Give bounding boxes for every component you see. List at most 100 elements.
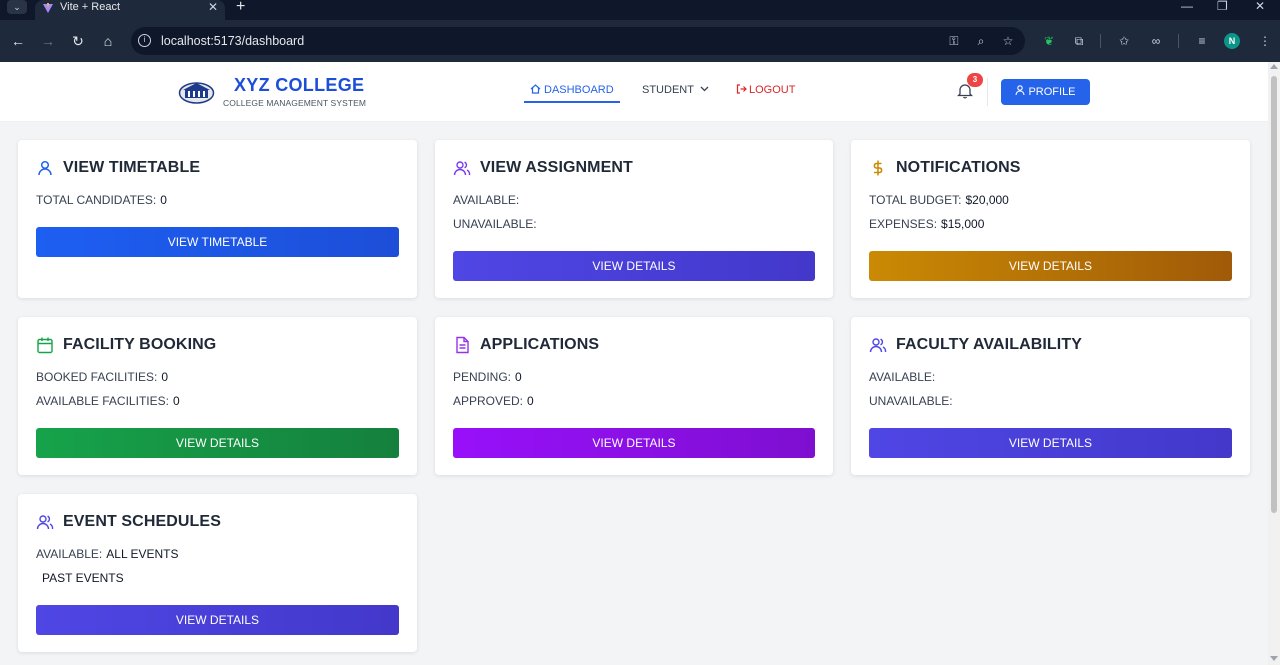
stat-value: 0	[172, 394, 180, 408]
stat-label: PENDING:	[453, 370, 512, 384]
header-divider	[987, 78, 988, 106]
stat-label: TOTAL BUDGET:	[869, 193, 962, 207]
user-icon	[1015, 85, 1026, 96]
app-header: XYZ COLLEGE COLLEGE MANAGEMENT SYSTEM DA…	[0, 62, 1268, 122]
card-title: FACILITY BOOKING	[63, 336, 217, 353]
bookmark-star-icon[interactable]: ☆	[1001, 34, 1015, 48]
new-tab-button[interactable]: +	[236, 0, 245, 16]
vite-favicon-icon	[43, 3, 53, 13]
browser-tab[interactable]: Vite + React ✕	[35, 0, 225, 20]
stat-value: 0	[160, 193, 167, 207]
card-title: APPLICATIONS	[480, 336, 600, 353]
card-faculty-availability: FACULTY AVAILABILITY AVAILABLE: UNAVAILA…	[851, 317, 1250, 475]
users-icon	[453, 161, 471, 176]
stat-label: UNAVAILABLE:	[453, 217, 537, 231]
view-details-button[interactable]: VIEW DETAILS	[453, 251, 815, 281]
notification-count-badge: 3	[967, 73, 983, 87]
browser-menu-icon[interactable]: ⋮	[1257, 33, 1273, 49]
card-stat-line: APPROVED: 0	[453, 394, 534, 408]
card-stat-line: UNAVAILABLE:	[453, 217, 541, 231]
view-details-button[interactable]: VIEW DETAILS	[869, 251, 1232, 281]
stat-label: APPROVED:	[453, 394, 524, 408]
nav-logout[interactable]: LOGOUT	[736, 84, 795, 96]
card-view-timetable: VIEW TIMETABLE TOTAL CANDIDATES: 0 VIEW T…	[18, 140, 417, 298]
logout-icon	[736, 84, 747, 94]
reading-list-icon[interactable]: ≡	[1194, 33, 1210, 49]
scroll-down-arrow-icon[interactable]	[1270, 656, 1278, 661]
stat-value: 0	[161, 370, 169, 384]
browser-profile-avatar[interactable]: N	[1224, 33, 1240, 49]
scrollbar-thumb[interactable]	[1271, 76, 1277, 513]
stat-label: AVAILABLE:	[453, 193, 520, 207]
card-stat-line: AVAILABLE FACILITIES: 0	[36, 394, 180, 408]
address-bar[interactable]: i localhost:5173/dashboard ⚿ ⌕ ☆	[131, 27, 1025, 55]
stat-value: $15,000	[941, 217, 985, 231]
stat-label: AVAILABLE:	[869, 370, 936, 384]
stat-value: 0	[527, 394, 534, 408]
bookmarks-icon[interactable]: ✩	[1116, 33, 1132, 49]
link-icon[interactable]: ∞	[1148, 33, 1164, 49]
stat-label: AVAILABLE:	[36, 547, 103, 561]
dollar-icon	[873, 160, 883, 176]
card-stat-line: PENDING: 0	[453, 370, 522, 384]
card-stat-line: TOTAL CANDIDATES: 0	[36, 193, 167, 207]
tab-title: Vite + React	[60, 1, 121, 13]
profile-button[interactable]: PROFILE	[1001, 79, 1090, 105]
view-details-button[interactable]: VIEW DETAILS	[36, 428, 399, 458]
home-icon[interactable]: ⌂	[100, 33, 116, 49]
tab-close-icon[interactable]: ✕	[208, 0, 218, 14]
document-icon	[456, 336, 469, 354]
toolbar-divider	[1100, 34, 1101, 48]
stat-label: AVAILABLE FACILITIES:	[36, 394, 169, 408]
forward-icon[interactable]: →	[40, 33, 56, 49]
minimize-icon[interactable]: —	[1181, 0, 1193, 13]
card-stat-line: TOTAL BUDGET: $20,000	[869, 193, 1009, 207]
tab-search-button[interactable]: ⌄	[7, 0, 27, 14]
nav-logout-label: LOGOUT	[749, 84, 796, 96]
browser-tab-strip: ⌄ Vite + React ✕ + — ❐ ✕	[0, 0, 1280, 20]
users-icon	[36, 515, 54, 530]
card-stat-line: AVAILABLE:	[453, 193, 523, 207]
nav-student-label: STUDENT	[642, 84, 694, 96]
view-details-button[interactable]: VIEW DETAILS	[869, 428, 1232, 458]
stat-label: BOOKED FACILITIES:	[36, 370, 158, 384]
card-applications: APPLICATIONS PENDING: 0 APPROVED: 0 VIEW D…	[435, 317, 833, 475]
card-stat-line: AVAILABLE: ALL EVENTS	[36, 547, 179, 561]
view-details-button[interactable]: VIEW DETAILS	[36, 605, 399, 635]
stat-value: ALL EVENTS	[106, 547, 179, 561]
back-icon[interactable]: ←	[10, 33, 26, 49]
stat-label: TOTAL CANDIDATES:	[36, 193, 157, 207]
restore-icon[interactable]: ❐	[1217, 0, 1228, 13]
brand-name: XYZ COLLEGE	[234, 75, 365, 95]
stat-label: EXPENSES:	[869, 217, 938, 231]
user-icon	[38, 160, 52, 176]
card-facility-booking: FACILITY BOOKING BOOKED FACILITIES: 0 AVA…	[18, 317, 417, 475]
view-details-button[interactable]: VIEW DETAILS	[453, 428, 815, 458]
extensions-puzzle-icon[interactable]: ⧉	[1071, 33, 1087, 49]
card-stat-line: PAST EVENTS	[42, 571, 124, 585]
password-key-icon[interactable]: ⚿	[947, 34, 961, 48]
reload-icon[interactable]: ↻	[70, 33, 86, 49]
site-info-icon[interactable]: i	[138, 34, 151, 47]
card-stat-line: EXPENSES: $15,000	[869, 217, 984, 231]
card-title: FACULTY AVAILABILITY	[896, 336, 1082, 353]
nav-student-dropdown[interactable]: STUDENT	[642, 84, 709, 96]
brand-subtitle: COLLEGE MANAGEMENT SYSTEM	[223, 98, 367, 108]
scroll-up-arrow-icon[interactable]	[1270, 64, 1278, 69]
users-icon	[869, 338, 887, 353]
view-timetable-button[interactable]: VIEW TIMETABLE	[36, 227, 399, 257]
card-title: VIEW ASSIGNMENT	[480, 159, 633, 176]
url-text[interactable]: localhost:5173/dashboard	[161, 34, 304, 48]
extension-leaf-icon[interactable]: ❦	[1041, 33, 1057, 49]
card-view-assignment: VIEW ASSIGNMENT AVAILABLE: UNAVAILABLE: …	[435, 140, 833, 298]
card-event-schedules: EVENT SCHEDULES AVAILABLE: ALL EVENTS PAS…	[18, 494, 417, 652]
zoom-icon[interactable]: ⌕	[974, 34, 988, 48]
card-stat-line: AVAILABLE:	[869, 370, 939, 384]
stat-value: $20,000	[965, 193, 1009, 207]
window-close-icon[interactable]: ✕	[1255, 0, 1265, 13]
stat-value: PAST EVENTS	[42, 571, 124, 585]
toolbar-divider	[1178, 34, 1179, 48]
stat-label: UNAVAILABLE:	[869, 394, 953, 408]
nav-dashboard[interactable]: DASHBOARD	[524, 82, 620, 103]
profile-button-label: PROFILE	[1028, 86, 1076, 98]
